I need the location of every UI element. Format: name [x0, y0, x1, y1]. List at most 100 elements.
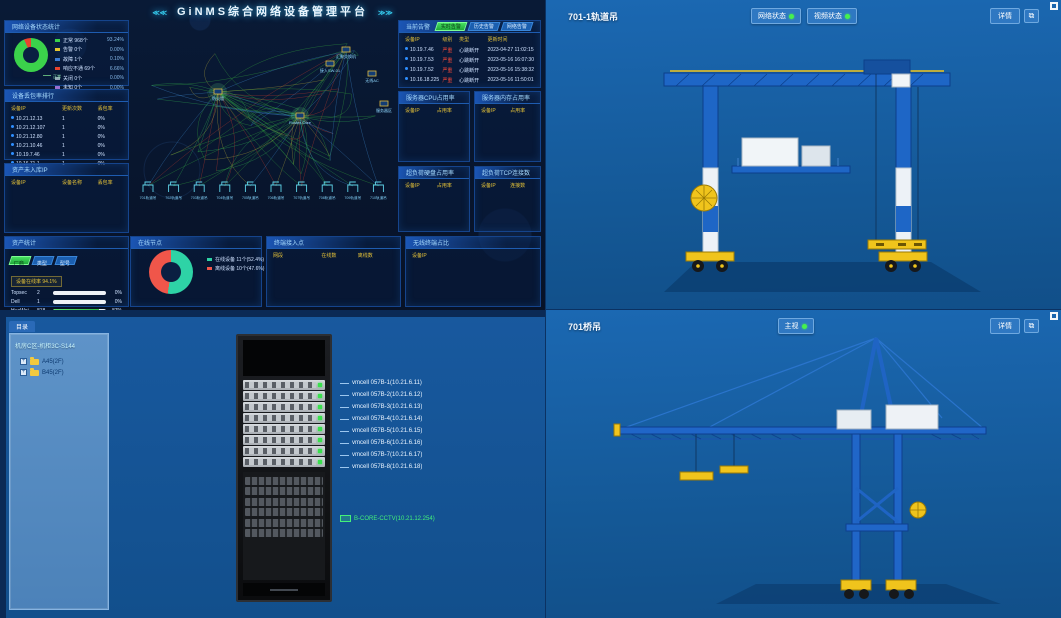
legend-item: 告警 0个0.00%: [55, 46, 124, 53]
assets-tab-0[interactable]: 厂商: [9, 256, 32, 265]
panel-title: 在线节点: [131, 237, 261, 249]
packet-loss-row: 10.19.7.4610%: [5, 150, 128, 159]
panel-title: 超负荷TCP连接数: [475, 167, 540, 179]
alarm-type: 心跳断开: [459, 67, 487, 74]
cabinet-tree-item[interactable]: +B45(2F): [10, 367, 108, 378]
directory-tab[interactable]: 目录: [9, 321, 35, 332]
fullscreen-icon[interactable]: [1050, 312, 1058, 320]
crane-node-icon[interactable]: [194, 182, 204, 192]
cabinet-tree-panel: 机房C区-机柜3C-S144 +A45(2F)+B45(2F): [9, 333, 109, 610]
device-dot-icon: [11, 152, 14, 155]
alarm-ip: 10.19.7.46: [405, 47, 442, 54]
expander-icon[interactable]: +: [20, 358, 27, 365]
vendor-bar-track: [53, 291, 106, 295]
device-node-label: Router-Core: [289, 120, 312, 125]
server-ports: [245, 382, 316, 388]
crane-node-label: 709轨道吊: [344, 195, 361, 200]
network-device-icon[interactable]: [326, 61, 334, 66]
alarm-tab-1[interactable]: 历史告警: [468, 22, 501, 31]
cell: 1: [62, 134, 98, 140]
camera-status-chip[interactable]: 网络状态: [751, 8, 801, 24]
legend-label: 在线设备 11个(52.4%): [215, 256, 264, 263]
crane-node-icon[interactable]: [220, 182, 230, 192]
rack-server-unit[interactable]: [243, 413, 325, 423]
crane-node-icon[interactable]: [245, 182, 255, 192]
detail-button[interactable]: 详情: [990, 8, 1020, 24]
core-device-label: B-CORE-CCTV(10.21.12.254): [340, 515, 435, 522]
crane-node-icon[interactable]: [271, 182, 281, 192]
legend-item: 故障 1个0.10%: [55, 56, 124, 63]
network-device-icon[interactable]: [296, 113, 304, 118]
expander-icon[interactable]: +: [20, 369, 27, 376]
col-header: 设备IP: [405, 182, 437, 189]
panel-title-bar: 当前告警 实时告警历史告警网络告警: [399, 21, 540, 33]
rack-server-unit[interactable]: [243, 424, 325, 434]
rack-server-unit[interactable]: [243, 446, 325, 456]
network-device-icon[interactable]: [368, 71, 376, 76]
network-device-icon[interactable]: [214, 89, 222, 94]
camera-status-chip[interactable]: 主视: [778, 318, 814, 334]
cell: 1: [62, 125, 98, 131]
fullscreen-icon[interactable]: [1050, 2, 1058, 10]
alarm-level: 严重: [442, 67, 459, 74]
legend-item: 关闭 0个0.00%: [55, 75, 124, 82]
cabinet-tree-item[interactable]: +A45(2F): [10, 356, 108, 367]
rack-server-unit[interactable]: [243, 402, 325, 412]
col-header: 占用率: [437, 182, 452, 189]
disk-usage-panel: 超负荷硬盘占用率 设备IP 占用率: [398, 166, 470, 232]
assets-tab-1[interactable]: 类型: [32, 256, 55, 265]
server-labels: vmcell 057B-1(10.21.6.11)vmcell 057B-2(1…: [340, 377, 422, 473]
rack-server-unit[interactable]: [243, 435, 325, 445]
crane-node-label: 703轨道吊: [191, 195, 208, 200]
device-node-label: 接入SW-01: [320, 67, 341, 73]
col-header: 占用率: [437, 107, 452, 114]
server-rack[interactable]: [236, 334, 332, 602]
table-header: 设备IP 连接数: [475, 179, 540, 191]
status-led-icon: [318, 449, 322, 453]
legend-label: 关闭 0个: [63, 75, 82, 82]
sts-status-chips: 主视: [601, 318, 990, 334]
cell: 10.21.12.107: [11, 125, 62, 131]
device-status-panel: 网络设备状态统计 正常 968个93.24%告警 0个0.00%故障 1个0.1…: [4, 20, 129, 86]
expand-view-icon[interactable]: ⧉: [1024, 319, 1039, 333]
alarm-type: 心跳断开: [459, 77, 487, 84]
vendor-pct: 0%: [106, 299, 122, 305]
alarm-tabs: 实时告警历史告警网络告警: [436, 22, 535, 31]
legend-marker-icon: [55, 48, 60, 51]
crane-node-icon[interactable]: [169, 182, 179, 192]
device-dot-icon: [11, 125, 14, 128]
rack-server-unit[interactable]: [243, 391, 325, 401]
patch-ports-row: [245, 508, 323, 516]
network-device-icon[interactable]: [380, 101, 388, 106]
network-topology-map[interactable]: Router-Core防火墙汇聚交换机无线AC服务器区接入SW-01701轨道吊…: [132, 20, 394, 232]
col-header: 级别: [442, 36, 459, 43]
detail-button[interactable]: 详情: [990, 318, 1020, 334]
rack-server-unit[interactable]: [243, 380, 325, 390]
online-rate-badge: 设备在线率 94.1%: [11, 276, 62, 287]
legend-pct: 0.00%: [110, 47, 124, 53]
col-header: 丢包率: [98, 105, 122, 112]
sts-crane-3d-model[interactable]: [546, 310, 1061, 618]
cell: 0%: [98, 152, 122, 158]
server-label: vmcell 057B-8(10.21.6.18): [340, 461, 422, 473]
cell: 0%: [98, 143, 122, 149]
table-header: 网段 在线数 离线数: [267, 249, 400, 261]
alarm-tab-0[interactable]: 实时告警: [435, 22, 468, 31]
patch-ports-row: [245, 477, 323, 485]
network-device-icon[interactable]: [342, 47, 350, 52]
rtg-crane-3d-model[interactable]: [546, 0, 1061, 309]
access-points-panel: 终端接入点 网段 在线数 离线数: [266, 236, 401, 307]
col-header: 网段: [273, 252, 321, 259]
camera-status-chip[interactable]: 视频状态: [807, 8, 857, 24]
donut-annotation: 正常: [43, 74, 61, 80]
crane-node-icon[interactable]: [373, 182, 383, 192]
col-header: 更新次数: [62, 105, 98, 112]
vendor-name: Topsec: [11, 290, 37, 296]
alarm-tab-2[interactable]: 网络告警: [501, 22, 534, 31]
crane-node-label: 708轨道吊: [319, 195, 336, 200]
panel-title: 服务器CPU占用率: [399, 92, 469, 104]
rack-server-unit[interactable]: [243, 457, 325, 467]
expand-view-icon[interactable]: ⧉: [1024, 9, 1039, 23]
crane-node-icon[interactable]: [322, 182, 332, 192]
assets-tab-2[interactable]: 型号: [55, 256, 78, 265]
